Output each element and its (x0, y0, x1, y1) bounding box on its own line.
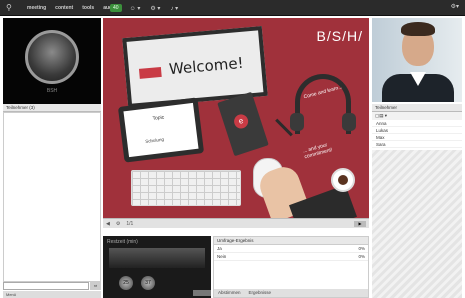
participants-list: Anna Lukas Max Sara (372, 120, 462, 150)
list-item[interactable]: Sara (372, 141, 462, 148)
coffee-fill (338, 175, 348, 185)
participants-toolbar[interactable]: ▢▤ ▾ (372, 112, 462, 120)
clock-icon (25, 30, 79, 84)
tablet-subtitle: Schulung (144, 136, 165, 144)
app-window: ⚲ meeting content tools audio 40 ☺ ▾ ⚙ ▾… (0, 0, 465, 298)
headphones-right-earcup (342, 113, 356, 131)
menu-item-meeting[interactable]: meeting (27, 5, 46, 11)
list-item[interactable]: Anna (372, 120, 462, 127)
poll-title: Umfrage-Ergebnis (214, 237, 368, 245)
poll-option-value: 0% (358, 254, 365, 259)
user-menu-button[interactable]: ☺ ▾ (130, 5, 141, 12)
left-footer-menu[interactable]: Menü (3, 291, 101, 298)
list-item[interactable]: Max (372, 134, 462, 141)
menu-item-content[interactable]: content (55, 5, 73, 11)
poll-option-label: Ja (217, 246, 222, 251)
participants-header: Teilnehmer (372, 104, 462, 112)
settings-menu-button[interactable]: ⚙ ▾ (150, 5, 160, 12)
table-row: Nein 0% (214, 253, 368, 261)
menu-item-tools[interactable]: tools (82, 5, 94, 11)
poll-option-value: 0% (358, 246, 365, 251)
stage-controls: ◀ ⚙ 1/1 ▶ (103, 218, 369, 228)
presentation-stage: B/S/H/ Welcome! Topic Schulung e Come an… (103, 18, 369, 228)
headphones-left-earcup (290, 113, 304, 131)
stage-settings-button[interactable]: ⚙ (116, 221, 120, 227)
dial-left[interactable]: 25 (119, 276, 133, 290)
monitor-accent-bar (138, 66, 162, 79)
tab-vote[interactable]: Abstimmen (214, 289, 245, 297)
audio-menu-button[interactable]: ♪ ▾ (170, 5, 178, 12)
media-panel: Restzeit (min) 25 37 (103, 236, 211, 298)
tablet-title: Topic (152, 114, 165, 122)
app-logo-icon: ⚲ (6, 3, 12, 12)
presentation-slide: B/S/H/ Welcome! Topic Schulung e Come an… (103, 18, 369, 218)
toolbar: 40 ☺ ▾ ⚙ ▾ ♪ ▾ (110, 3, 188, 13)
keyboard-illustration (131, 170, 241, 206)
notebook-illustration: e (217, 91, 269, 157)
slide-callout-text-2: ... and your commitment! (302, 142, 334, 161)
chat-send-button[interactable]: ⇨ (90, 282, 101, 290)
welcome-heading: Welcome! (168, 53, 245, 79)
notebook-logo: e (232, 112, 250, 131)
top-menu-bar: ⚲ meeting content tools audio 40 ☺ ▾ ⚙ ▾… (0, 0, 465, 16)
poll-footer-tabs: Abstimmen Ergebnisse (214, 289, 368, 297)
slide-brand-logo: B/S/H/ (316, 28, 363, 44)
tablet-illustration: Topic Schulung (117, 97, 205, 163)
attendee-list[interactable] (3, 112, 101, 282)
top-right-menu-button[interactable]: ⚙▾ (451, 3, 459, 10)
poll-option-label: Nein (217, 254, 227, 259)
dial-right[interactable]: 37 (141, 276, 155, 290)
next-slide-button[interactable]: ▶ (354, 221, 366, 227)
clock-label: BSH (46, 88, 58, 94)
webcam-video (372, 18, 462, 102)
status-pill[interactable]: 40 (110, 4, 122, 12)
coffee-cup-icon (331, 168, 355, 192)
attendee-panel-header: Teilnehmer (3) (3, 104, 101, 112)
poll-panel: Umfrage-Ergebnis Ja 0% Nein 0% Abstimmen… (213, 236, 369, 298)
prev-slide-button[interactable]: ◀ (106, 221, 110, 227)
tablet-screen: Topic Schulung (123, 102, 199, 158)
media-title: Restzeit (min) (107, 239, 138, 245)
video-person-hair (401, 22, 435, 36)
media-footer-button[interactable] (193, 290, 211, 296)
page-indicator: 1/1 (126, 220, 134, 227)
chat-input[interactable] (3, 282, 89, 290)
list-item[interactable]: Lukas (372, 127, 462, 134)
clock-panel: BSH (3, 18, 101, 104)
media-progress-bar[interactable] (109, 248, 205, 268)
empty-panel-area (372, 150, 462, 298)
tab-results[interactable]: Ergebnisse (245, 289, 276, 297)
table-row: Ja 0% (214, 245, 368, 253)
